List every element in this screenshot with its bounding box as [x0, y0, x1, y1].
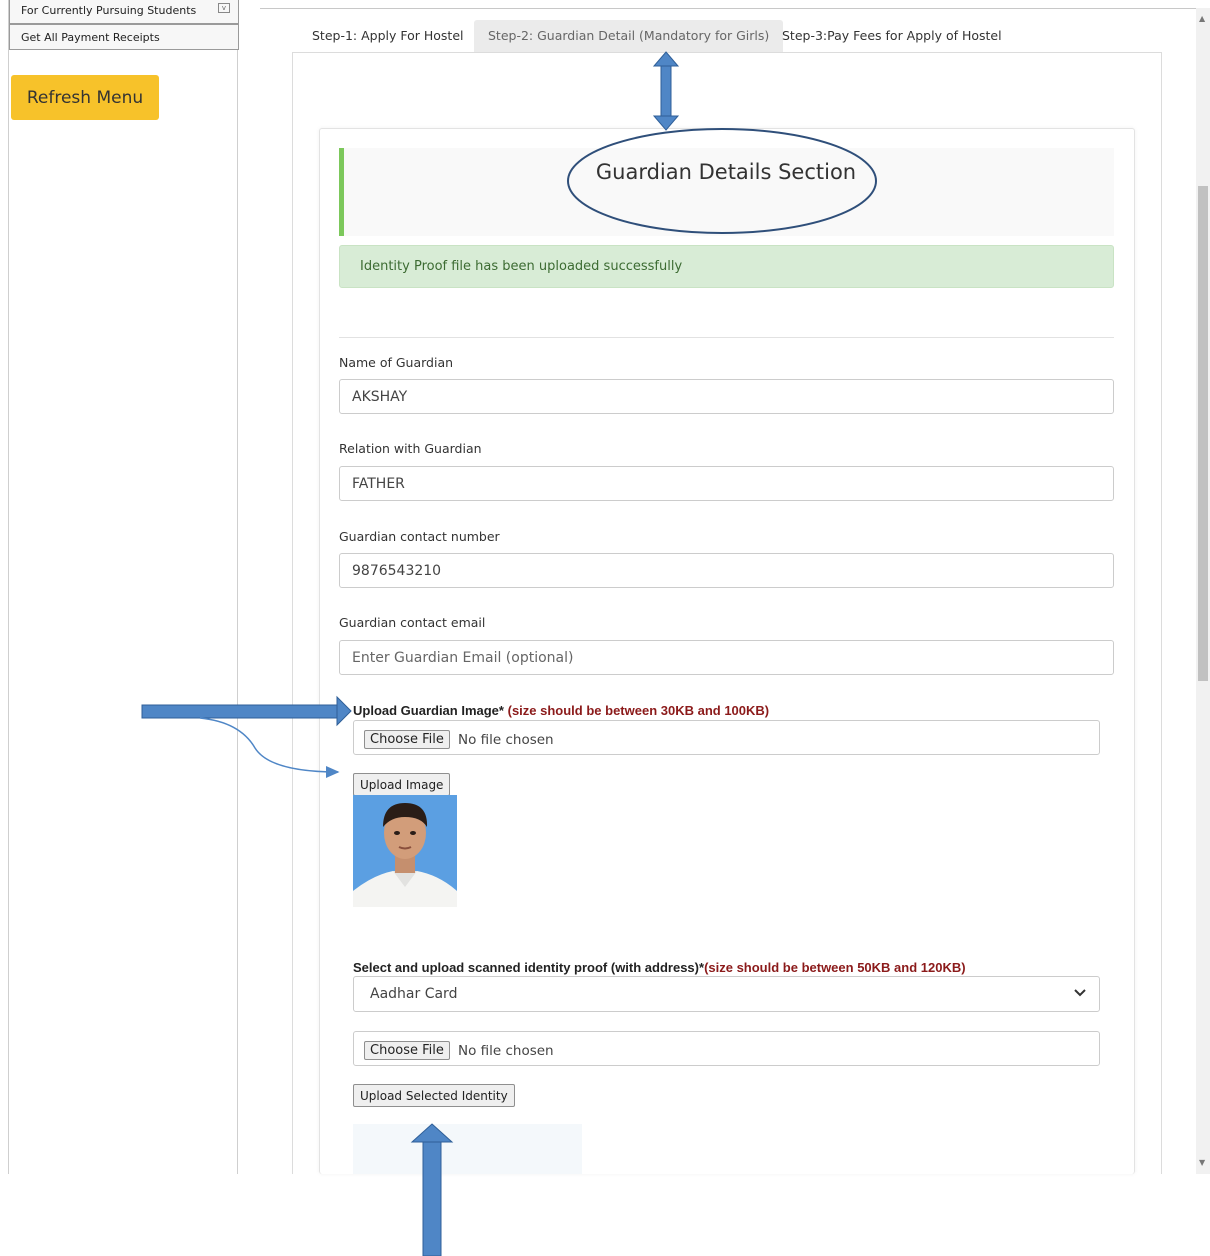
tab-pay-fees[interactable]: Step-3:Pay Fees for Apply of Hostel: [782, 20, 1002, 52]
identity-proof-selected: Aadhar Card: [370, 986, 458, 1002]
contact-number-input[interactable]: [339, 553, 1114, 588]
identity-proof-label-text: Select and upload scanned identity proof…: [353, 960, 705, 975]
contact-email-input[interactable]: [339, 640, 1114, 675]
upload-identity-button[interactable]: Upload Selected Identity: [353, 1084, 515, 1107]
file-status: No file chosen: [457, 1042, 554, 1059]
choose-file-button[interactable]: Choose File: [364, 1041, 450, 1060]
contact-number-label: Guardian contact number: [339, 529, 500, 544]
identity-proof-file-input[interactable]: Choose File No file chosen: [353, 1031, 1100, 1066]
identity-preview: [353, 1124, 582, 1174]
guardian-image-label: Upload Guardian Image* (size should be b…: [353, 703, 769, 718]
divider: [339, 337, 1114, 338]
scroll-up-icon[interactable]: ▲: [1199, 14, 1205, 23]
collapse-icon[interactable]: v: [218, 3, 230, 13]
guardian-name-label: Name of Guardian: [339, 355, 454, 370]
top-divider: [260, 8, 1196, 9]
upload-image-button[interactable]: Upload Image: [353, 773, 451, 796]
sidebar-item-payment-receipts[interactable]: Get All Payment Receipts: [9, 24, 239, 50]
chevron-down-icon: [1074, 989, 1086, 997]
guardian-image-file-input[interactable]: Choose File No file chosen: [353, 720, 1100, 755]
guardian-photo: [353, 795, 457, 907]
sidebar-item-current-students[interactable]: For Currently Pursuing Students v: [9, 0, 239, 24]
guardian-image-size-note: (size should be between 30KB and 100KB): [507, 703, 770, 718]
tab-apply-hostel[interactable]: Step-1: Apply For Hostel: [312, 20, 464, 52]
choose-file-button[interactable]: Choose File: [364, 730, 450, 749]
scroll-down-icon[interactable]: ▼: [1199, 1158, 1205, 1167]
relation-input[interactable]: [339, 466, 1114, 501]
scrollbar-thumb[interactable]: [1198, 186, 1208, 681]
section-title: Guardian Details Section: [595, 160, 857, 184]
sidebar: For Currently Pursuing Students v Get Al…: [8, 0, 239, 1174]
guardian-name-input[interactable]: [339, 379, 1114, 414]
contact-email-label: Guardian contact email: [339, 615, 486, 630]
refresh-menu-button[interactable]: Refresh Menu: [11, 75, 159, 120]
guardian-image-label-text: Upload Guardian Image*: [353, 703, 504, 718]
identity-proof-size-note: (size should be between 50KB and 120KB): [704, 960, 966, 975]
person-photo-icon: [353, 795, 457, 907]
sidebar-item-label: Get All Payment Receipts: [21, 31, 160, 44]
sidebar-item-label: For Currently Pursuing Students: [21, 4, 197, 17]
success-alert: Identity Proof file has been uploaded su…: [339, 245, 1114, 288]
identity-proof-select[interactable]: Aadhar Card: [353, 976, 1100, 1012]
relation-label: Relation with Guardian: [339, 441, 482, 456]
tab-guardian-detail[interactable]: Step-2: Guardian Detail (Mandatory for G…: [474, 20, 784, 52]
vertical-scrollbar[interactable]: ▲ ▼: [1196, 8, 1210, 1174]
identity-proof-label: Select and upload scanned identity proof…: [353, 960, 966, 975]
file-status: No file chosen: [457, 731, 554, 748]
